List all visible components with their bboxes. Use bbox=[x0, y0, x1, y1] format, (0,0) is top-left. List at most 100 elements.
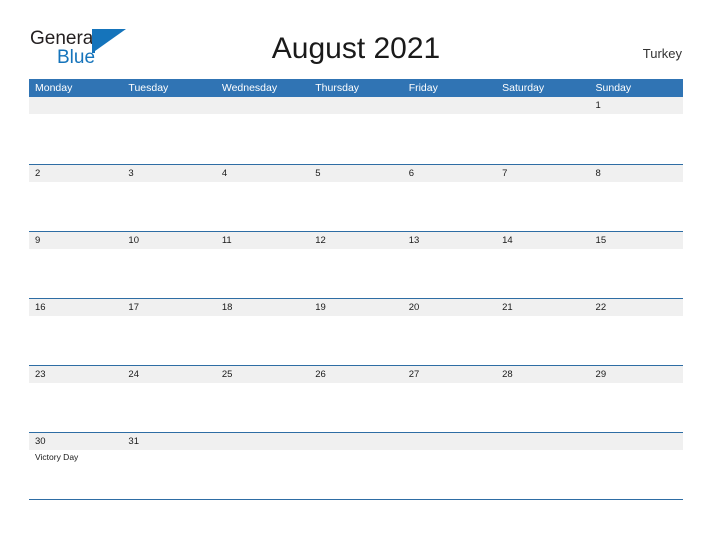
day-number: 27 bbox=[408, 369, 420, 380]
day-number: 9 bbox=[35, 235, 41, 246]
day-cell[interactable]: 14 bbox=[496, 232, 589, 249]
page-header: General Blue August 2021 Turkey bbox=[0, 0, 712, 76]
calendar-weeks: 1 2 3 4 5 6 7 8 9 10 11 12 13 14 15 16 17 18 19 20 21 22 23 24 2… bbox=[29, 97, 683, 499]
day-events-cell bbox=[590, 182, 683, 231]
day-events-cell bbox=[590, 316, 683, 365]
day-cell[interactable]: 26 bbox=[309, 366, 402, 383]
calendar-week-row: 23 24 25 26 27 28 29 bbox=[29, 365, 683, 432]
day-cell[interactable]: 23 bbox=[29, 366, 122, 383]
day-events-cell bbox=[403, 114, 496, 163]
day-events-cell bbox=[216, 383, 309, 432]
day-cell[interactable]: 16 bbox=[29, 299, 122, 316]
day-cell[interactable]: 5 bbox=[309, 165, 402, 182]
day-events-cell bbox=[590, 249, 683, 298]
week-date-band: 16 17 18 19 20 21 22 bbox=[29, 299, 683, 316]
weekday-header-friday: Friday bbox=[408, 82, 438, 94]
day-cell[interactable]: 25 bbox=[216, 366, 309, 383]
day-number: 17 bbox=[128, 302, 139, 313]
day-number: 14 bbox=[502, 235, 513, 246]
day-events-cell bbox=[496, 450, 589, 499]
day-events-cell bbox=[29, 316, 122, 365]
day-events-cell bbox=[216, 114, 309, 163]
day-events-cell bbox=[122, 114, 215, 163]
day-cell[interactable]: 10 bbox=[122, 232, 215, 249]
day-events-cell: Victory Day bbox=[29, 450, 122, 499]
day-number: 2 bbox=[35, 168, 41, 179]
day-events-cell bbox=[122, 383, 215, 432]
day-number: 21 bbox=[502, 302, 513, 313]
day-events-cell bbox=[29, 249, 122, 298]
day-events-cell bbox=[216, 182, 309, 231]
day-cell[interactable]: 20 bbox=[403, 299, 496, 316]
day-number: 5 bbox=[315, 168, 321, 179]
day-number: 28 bbox=[502, 369, 513, 380]
day-events-cell bbox=[122, 450, 215, 499]
day-cell[interactable]: 4 bbox=[216, 165, 309, 182]
weekday-header-monday: Monday bbox=[35, 82, 73, 94]
calendar-week-row: 30 31 Victory Day bbox=[29, 432, 683, 499]
day-number: 30 bbox=[35, 436, 46, 447]
day-events-cell bbox=[403, 182, 496, 231]
holiday-event: Victory Day bbox=[35, 452, 79, 462]
day-cell[interactable]: 21 bbox=[496, 299, 589, 316]
day-events-cell bbox=[309, 316, 402, 365]
day-cell[interactable]: 8 bbox=[590, 165, 683, 182]
day-cell[interactable]: 11 bbox=[216, 232, 309, 249]
day-events-cell bbox=[122, 316, 215, 365]
weekday-header-row: Monday Tuesday Wednesday Thursday Friday… bbox=[29, 79, 683, 97]
calendar-week-row: 1 bbox=[29, 97, 683, 164]
day-cell-empty bbox=[403, 97, 496, 114]
day-cell[interactable]: 24 bbox=[122, 366, 215, 383]
day-events-cell bbox=[29, 114, 122, 163]
week-event-band bbox=[29, 249, 683, 298]
day-number: 11 bbox=[221, 235, 232, 246]
day-events-cell bbox=[403, 450, 496, 499]
day-cell[interactable]: 15 bbox=[590, 232, 683, 249]
weekday-header-tuesday: Tuesday bbox=[128, 82, 169, 94]
week-event-band bbox=[29, 383, 683, 432]
day-events-cell bbox=[216, 249, 309, 298]
day-number: 6 bbox=[408, 168, 414, 179]
calendar-week-row: 2 3 4 5 6 7 8 bbox=[29, 164, 683, 231]
week-event-band bbox=[29, 182, 683, 231]
day-number: 13 bbox=[408, 235, 420, 246]
day-cell[interactable]: 19 bbox=[309, 299, 402, 316]
day-number: 31 bbox=[128, 436, 139, 447]
day-cell[interactable]: 27 bbox=[403, 366, 496, 383]
day-cell[interactable]: 2 bbox=[29, 165, 122, 182]
day-cell[interactable]: 6 bbox=[403, 165, 496, 182]
day-cell[interactable]: 7 bbox=[496, 165, 589, 182]
day-events-cell bbox=[29, 182, 122, 231]
day-cell[interactable]: 30 bbox=[29, 433, 122, 450]
calendar-page: General Blue August 2021 Turkey Monday T… bbox=[0, 0, 712, 550]
day-cell[interactable]: 31 bbox=[122, 433, 215, 450]
day-number: 3 bbox=[128, 168, 134, 179]
day-cell[interactable]: 28 bbox=[496, 366, 589, 383]
day-cell[interactable]: 29 bbox=[590, 366, 683, 383]
day-cell[interactable]: 3 bbox=[122, 165, 215, 182]
grid-bottom-border bbox=[29, 499, 683, 500]
day-number: 1 bbox=[595, 100, 601, 111]
week-date-band: 9 10 11 12 13 14 15 bbox=[29, 232, 683, 249]
day-cell[interactable]: 12 bbox=[309, 232, 402, 249]
day-events-cell bbox=[496, 316, 589, 365]
day-events-cell bbox=[590, 450, 683, 499]
day-cell[interactable]: 18 bbox=[216, 299, 309, 316]
day-events-cell bbox=[403, 316, 496, 365]
day-cell-empty bbox=[403, 433, 496, 450]
day-cell[interactable]: 1 bbox=[590, 97, 683, 114]
day-cell[interactable]: 22 bbox=[590, 299, 683, 316]
day-events-cell bbox=[309, 114, 402, 163]
day-cell[interactable]: 13 bbox=[403, 232, 496, 249]
day-cell[interactable]: 9 bbox=[29, 232, 122, 249]
day-events-cell bbox=[496, 182, 589, 231]
day-cell-empty bbox=[216, 433, 309, 450]
day-number: 7 bbox=[502, 168, 508, 179]
region-label: Turkey bbox=[642, 46, 682, 61]
weekday-header-saturday: Saturday bbox=[502, 82, 545, 94]
day-number: 19 bbox=[315, 302, 326, 313]
day-number: 20 bbox=[408, 302, 420, 313]
day-cell-empty bbox=[496, 433, 589, 450]
day-number: 23 bbox=[35, 369, 46, 380]
day-cell[interactable]: 17 bbox=[122, 299, 215, 316]
